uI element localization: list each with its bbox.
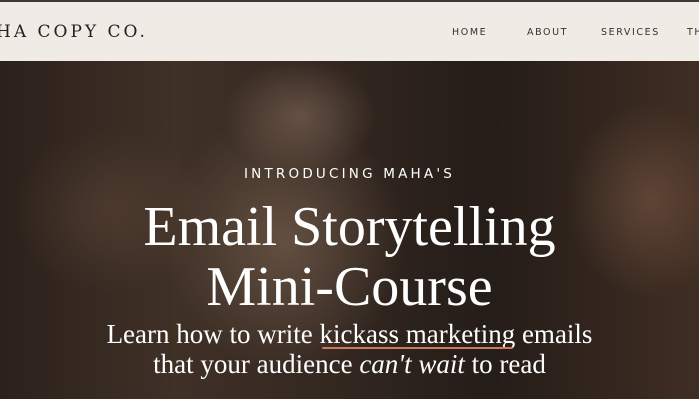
nav-home[interactable]: HOME <box>452 27 487 38</box>
subtitle-text: to read <box>464 349 546 379</box>
subtitle-highlight: kickass marketing <box>319 319 516 349</box>
subtitle-emphasis: can't wait <box>359 349 465 379</box>
hero-title-line1: Email Storytelling <box>143 196 556 258</box>
hero-title-line2: Mini-Course <box>206 256 493 318</box>
nav-about[interactable]: ABOUT <box>527 27 568 38</box>
hero-subtitle-line1: Learn how to write kickass marketing ema… <box>0 319 699 349</box>
subtitle-text: that your audience <box>153 349 360 379</box>
hero-kicker: INTRODUCING MAHA'S <box>243 166 456 182</box>
subtitle-text: emails <box>515 319 593 349</box>
nav-item-cropped[interactable]: TH <box>687 27 699 38</box>
hero-section: INTRODUCING MAHA'S Email Storytelling Mi… <box>0 61 699 399</box>
site-header: HA COPY CO. HOME ABOUT SERVICES TH <box>0 0 699 61</box>
nav-services[interactable]: SERVICES <box>601 27 660 38</box>
main-nav: HOME ABOUT SERVICES TH <box>0 27 699 41</box>
subtitle-text: Learn how to write <box>106 319 320 349</box>
hero-subtitle-line2: that your audience can't wait to read <box>0 349 699 379</box>
